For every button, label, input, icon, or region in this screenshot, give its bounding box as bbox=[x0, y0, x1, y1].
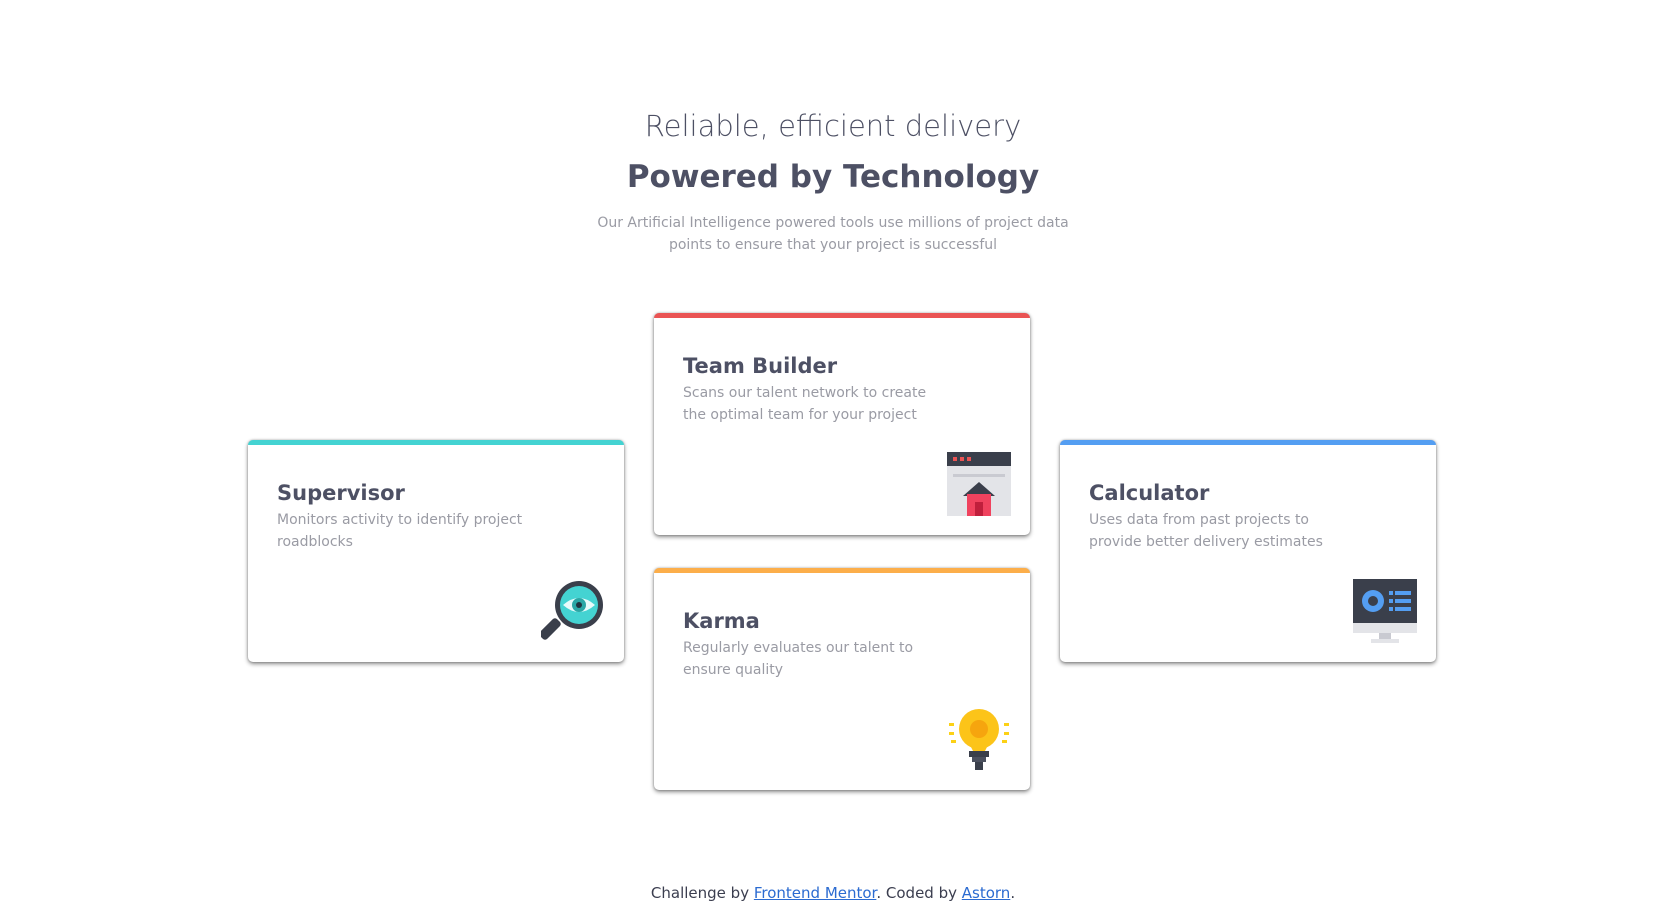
page-title: Powered by Technology bbox=[626, 159, 1040, 195]
attribution-prefix: Challenge by bbox=[650, 884, 750, 902]
attribution-footer: Challenge by Frontend Mentor. Coded by A… bbox=[0, 884, 1666, 902]
card-title: Calculator bbox=[1089, 481, 1210, 505]
browser-house-icon bbox=[947, 452, 1011, 516]
card-title: Karma bbox=[683, 609, 760, 633]
card-description: Regularly evaluates our talent to ensure… bbox=[683, 640, 914, 678]
card-calculator: Calculator Uses data from past projects … bbox=[1060, 440, 1436, 662]
attribution-suffix: . bbox=[1010, 884, 1016, 902]
card-description: Scans our talent network to create the o… bbox=[683, 385, 927, 423]
page-intro: Our Artificial Intelligence powered tool… bbox=[597, 215, 1069, 253]
attribution-middle: . Coded by bbox=[876, 884, 957, 902]
card-description: Monitors activity to identify project ro… bbox=[277, 512, 523, 550]
card-karma: Karma Regularly evaluates our talent to … bbox=[654, 568, 1030, 790]
card-supervisor: Supervisor Monitors activity to identify… bbox=[248, 440, 624, 662]
author-link[interactable]: Astorn bbox=[962, 884, 1011, 902]
magnifying-glass-eye-icon bbox=[539, 579, 605, 643]
lightbulb-icon bbox=[947, 707, 1011, 771]
monitor-dashboard-icon bbox=[1353, 579, 1417, 643]
frontend-mentor-link[interactable]: Frontend Mentor bbox=[754, 884, 877, 902]
card-team-builder: Team Builder Scans our talent network to… bbox=[654, 313, 1030, 535]
card-title: Team Builder bbox=[683, 354, 838, 378]
card-description: Uses data from past projects to provide … bbox=[1089, 512, 1323, 550]
card-title: Supervisor bbox=[277, 481, 405, 505]
page-tagline: Reliable, efficient delivery bbox=[644, 109, 1022, 143]
